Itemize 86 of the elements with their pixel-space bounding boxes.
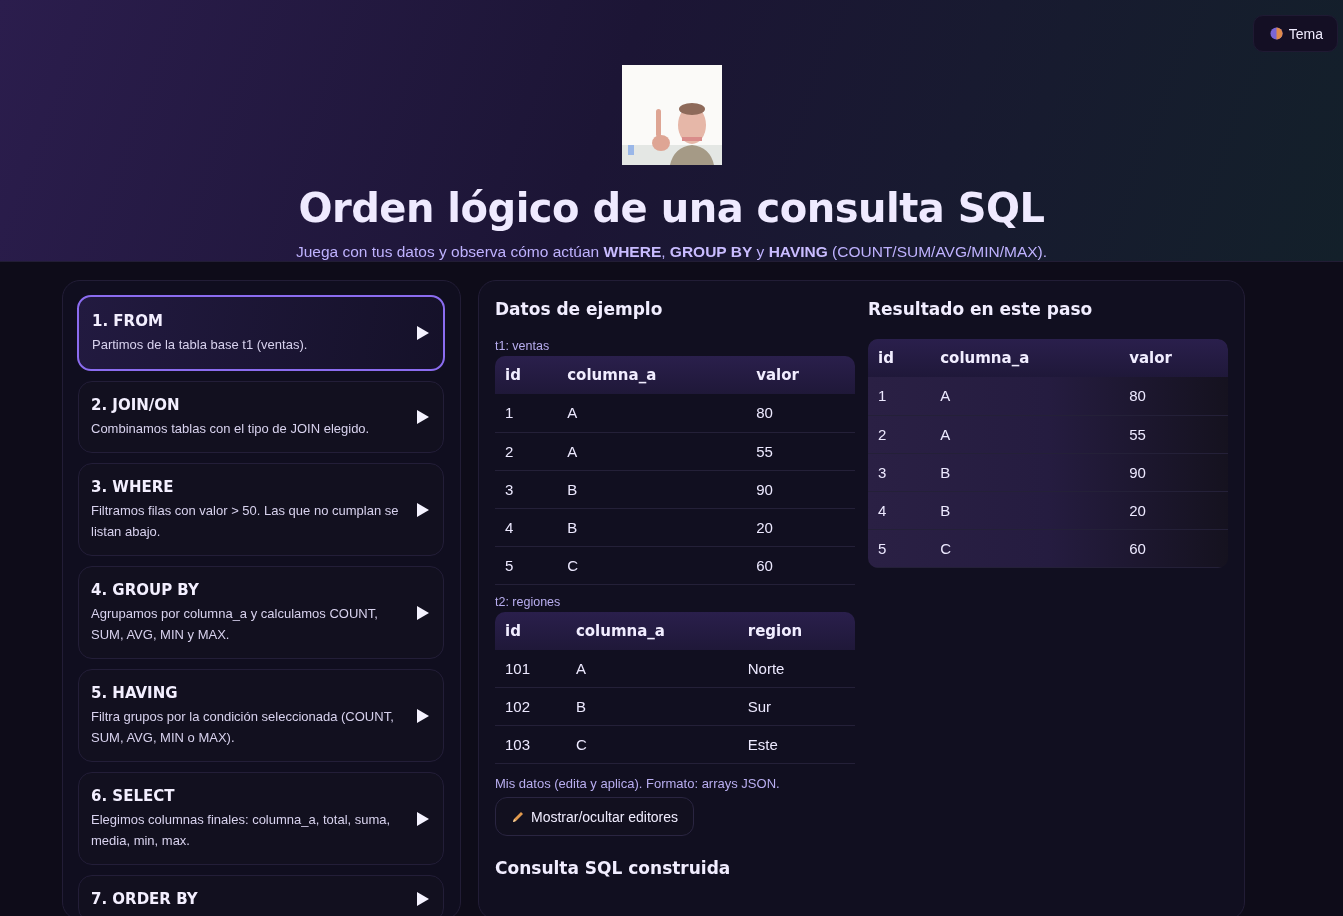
step-description: Partimos de la tabla base t1 (ventas). xyxy=(92,336,309,354)
page-title: Orden lógico de una consulta SQL xyxy=(298,185,1045,231)
table-cell: B xyxy=(557,470,747,508)
table-cell: 4 xyxy=(868,491,931,529)
table-caption: t1: ventas xyxy=(495,339,550,353)
table-cell: 2 xyxy=(495,432,558,470)
play-icon xyxy=(417,502,429,517)
table-cell: A xyxy=(930,377,1120,415)
step-description: Filtramos filas con valor > 50. Las que no cumplan se listan abajo. xyxy=(91,502,399,541)
play-icon xyxy=(417,708,429,723)
play-icon xyxy=(417,326,429,340)
step-title: 4. GROUP BY xyxy=(91,581,200,599)
table-cell: 5 xyxy=(495,546,558,584)
table-cell: 102 xyxy=(495,687,566,726)
table-cell: A xyxy=(557,432,747,470)
table-cell: 5 xyxy=(868,529,931,567)
table-cell: C xyxy=(565,725,738,764)
step-description: Combinamos tablas con el tipo de JOIN elegido. xyxy=(91,420,371,438)
table-cell: 4 xyxy=(495,508,558,546)
table-cell: 55 xyxy=(746,432,855,470)
step-title: 6. SELECT xyxy=(91,787,176,805)
section-title: Datos de ejemplo xyxy=(495,299,663,319)
table-cell: 103 xyxy=(495,725,566,764)
step-title: 1. FROM xyxy=(92,312,164,330)
table-cell: 60 xyxy=(1119,529,1228,567)
table-cell: 101 xyxy=(495,649,566,688)
step-card[interactable]: 3. WHERE Filtramos filas con valor > 50. Las que no cumplan se listan abajo. xyxy=(78,463,444,556)
table-cell: 60 xyxy=(746,546,855,584)
table-cell: Sur xyxy=(737,687,855,726)
step-description: Elegimos columnas finales: columna_a, total, suma, media, min, max. xyxy=(91,811,392,850)
section-title: Resultado en este paso xyxy=(868,299,1093,319)
table-cell: C xyxy=(930,529,1120,567)
column-header: id xyxy=(495,611,566,650)
play-icon xyxy=(417,410,429,424)
table-cell: 90 xyxy=(746,470,855,508)
table-cell: 2 xyxy=(868,415,931,453)
section-title: Consulta SQL construida xyxy=(495,858,731,878)
table-cell: 1 xyxy=(868,377,931,415)
table-cell: 20 xyxy=(1119,491,1228,529)
pencil-icon xyxy=(511,809,525,824)
table-cell: 90 xyxy=(1119,453,1228,491)
column-header: region xyxy=(737,611,855,650)
step-card[interactable]: 6. SELECT Elegimos columnas finales: columna_a, total, suma, media, min, max. xyxy=(78,772,444,865)
step-title: 5. HAVING xyxy=(91,684,179,702)
column-header: id xyxy=(868,339,931,377)
table-cell: 3 xyxy=(495,470,558,508)
column-header: valor xyxy=(1119,339,1228,377)
table-cell: C xyxy=(557,546,747,584)
table-cell: A xyxy=(557,394,747,432)
column-header: columna_a xyxy=(565,611,738,650)
column-header: valor xyxy=(746,356,855,394)
step-title: 2. JOIN/ON xyxy=(91,396,181,414)
theme-button[interactable]: Tema xyxy=(1252,15,1338,52)
step-title: 3. WHERE xyxy=(91,478,175,496)
table-cell: A xyxy=(930,415,1120,453)
table-caption: t2: regiones xyxy=(495,594,561,609)
table-cell: B xyxy=(930,491,1120,529)
table-cell: B xyxy=(565,687,738,726)
column-header: columna_a xyxy=(557,356,747,394)
column-header: id xyxy=(495,356,558,394)
play-icon xyxy=(417,811,429,826)
step-card[interactable]: 7. ORDER BY xyxy=(78,875,444,916)
table-cell: 3 xyxy=(868,453,931,491)
step-title: 7. ORDER BY xyxy=(91,890,199,908)
step-card[interactable]: 2. JOIN/ON Combinamos tablas con el tipo de JOIN elegido. xyxy=(78,381,444,453)
table-cell: Este xyxy=(737,725,855,764)
page-subtitle: Juega con tus datos y observa cómo actúan WHERE, GROUP BY y HAVING (COUNT/SUM/AVG/MIN/MAX). xyxy=(295,243,1048,261)
toggle-editors-button[interactable]: Mostrar/ocultar editores xyxy=(495,797,695,836)
hint-text: Mis datos (edita y aplica). Formato: arrays JSON. xyxy=(495,776,780,791)
table-cell: A xyxy=(565,649,738,688)
column-header: columna_a xyxy=(930,339,1120,377)
play-icon xyxy=(417,605,429,620)
table-cell: 20 xyxy=(746,508,855,546)
step-description: Agrupamos por columna_a y calculamos COUNT, SUM, AVG, MIN y MAX. xyxy=(91,605,379,644)
table-cell: 1 xyxy=(495,394,558,432)
table-cell: B xyxy=(557,508,747,546)
step-card[interactable]: 5. HAVING Filtra grupos por la condición seleccionada (COUNT, SUM, AVG, MIN o MAX). xyxy=(78,669,444,762)
table-cell: 80 xyxy=(746,394,855,432)
step-card[interactable]: 4. GROUP BY Agrupamos por columna_a y calculamos COUNT, SUM, AVG, MIN y MAX. xyxy=(78,566,444,659)
step-card[interactable]: 1. FROM Partimos de la tabla base t1 (ventas). xyxy=(77,295,445,371)
step-description: Filtra grupos por la condición seleccionada (COUNT, SUM, AVG, MIN o MAX). xyxy=(91,708,395,747)
table-cell: 55 xyxy=(1119,415,1228,453)
table-cell: B xyxy=(930,453,1120,491)
table-cell: Norte xyxy=(737,649,855,688)
table-cell: 80 xyxy=(1119,377,1228,415)
play-icon xyxy=(417,891,429,906)
